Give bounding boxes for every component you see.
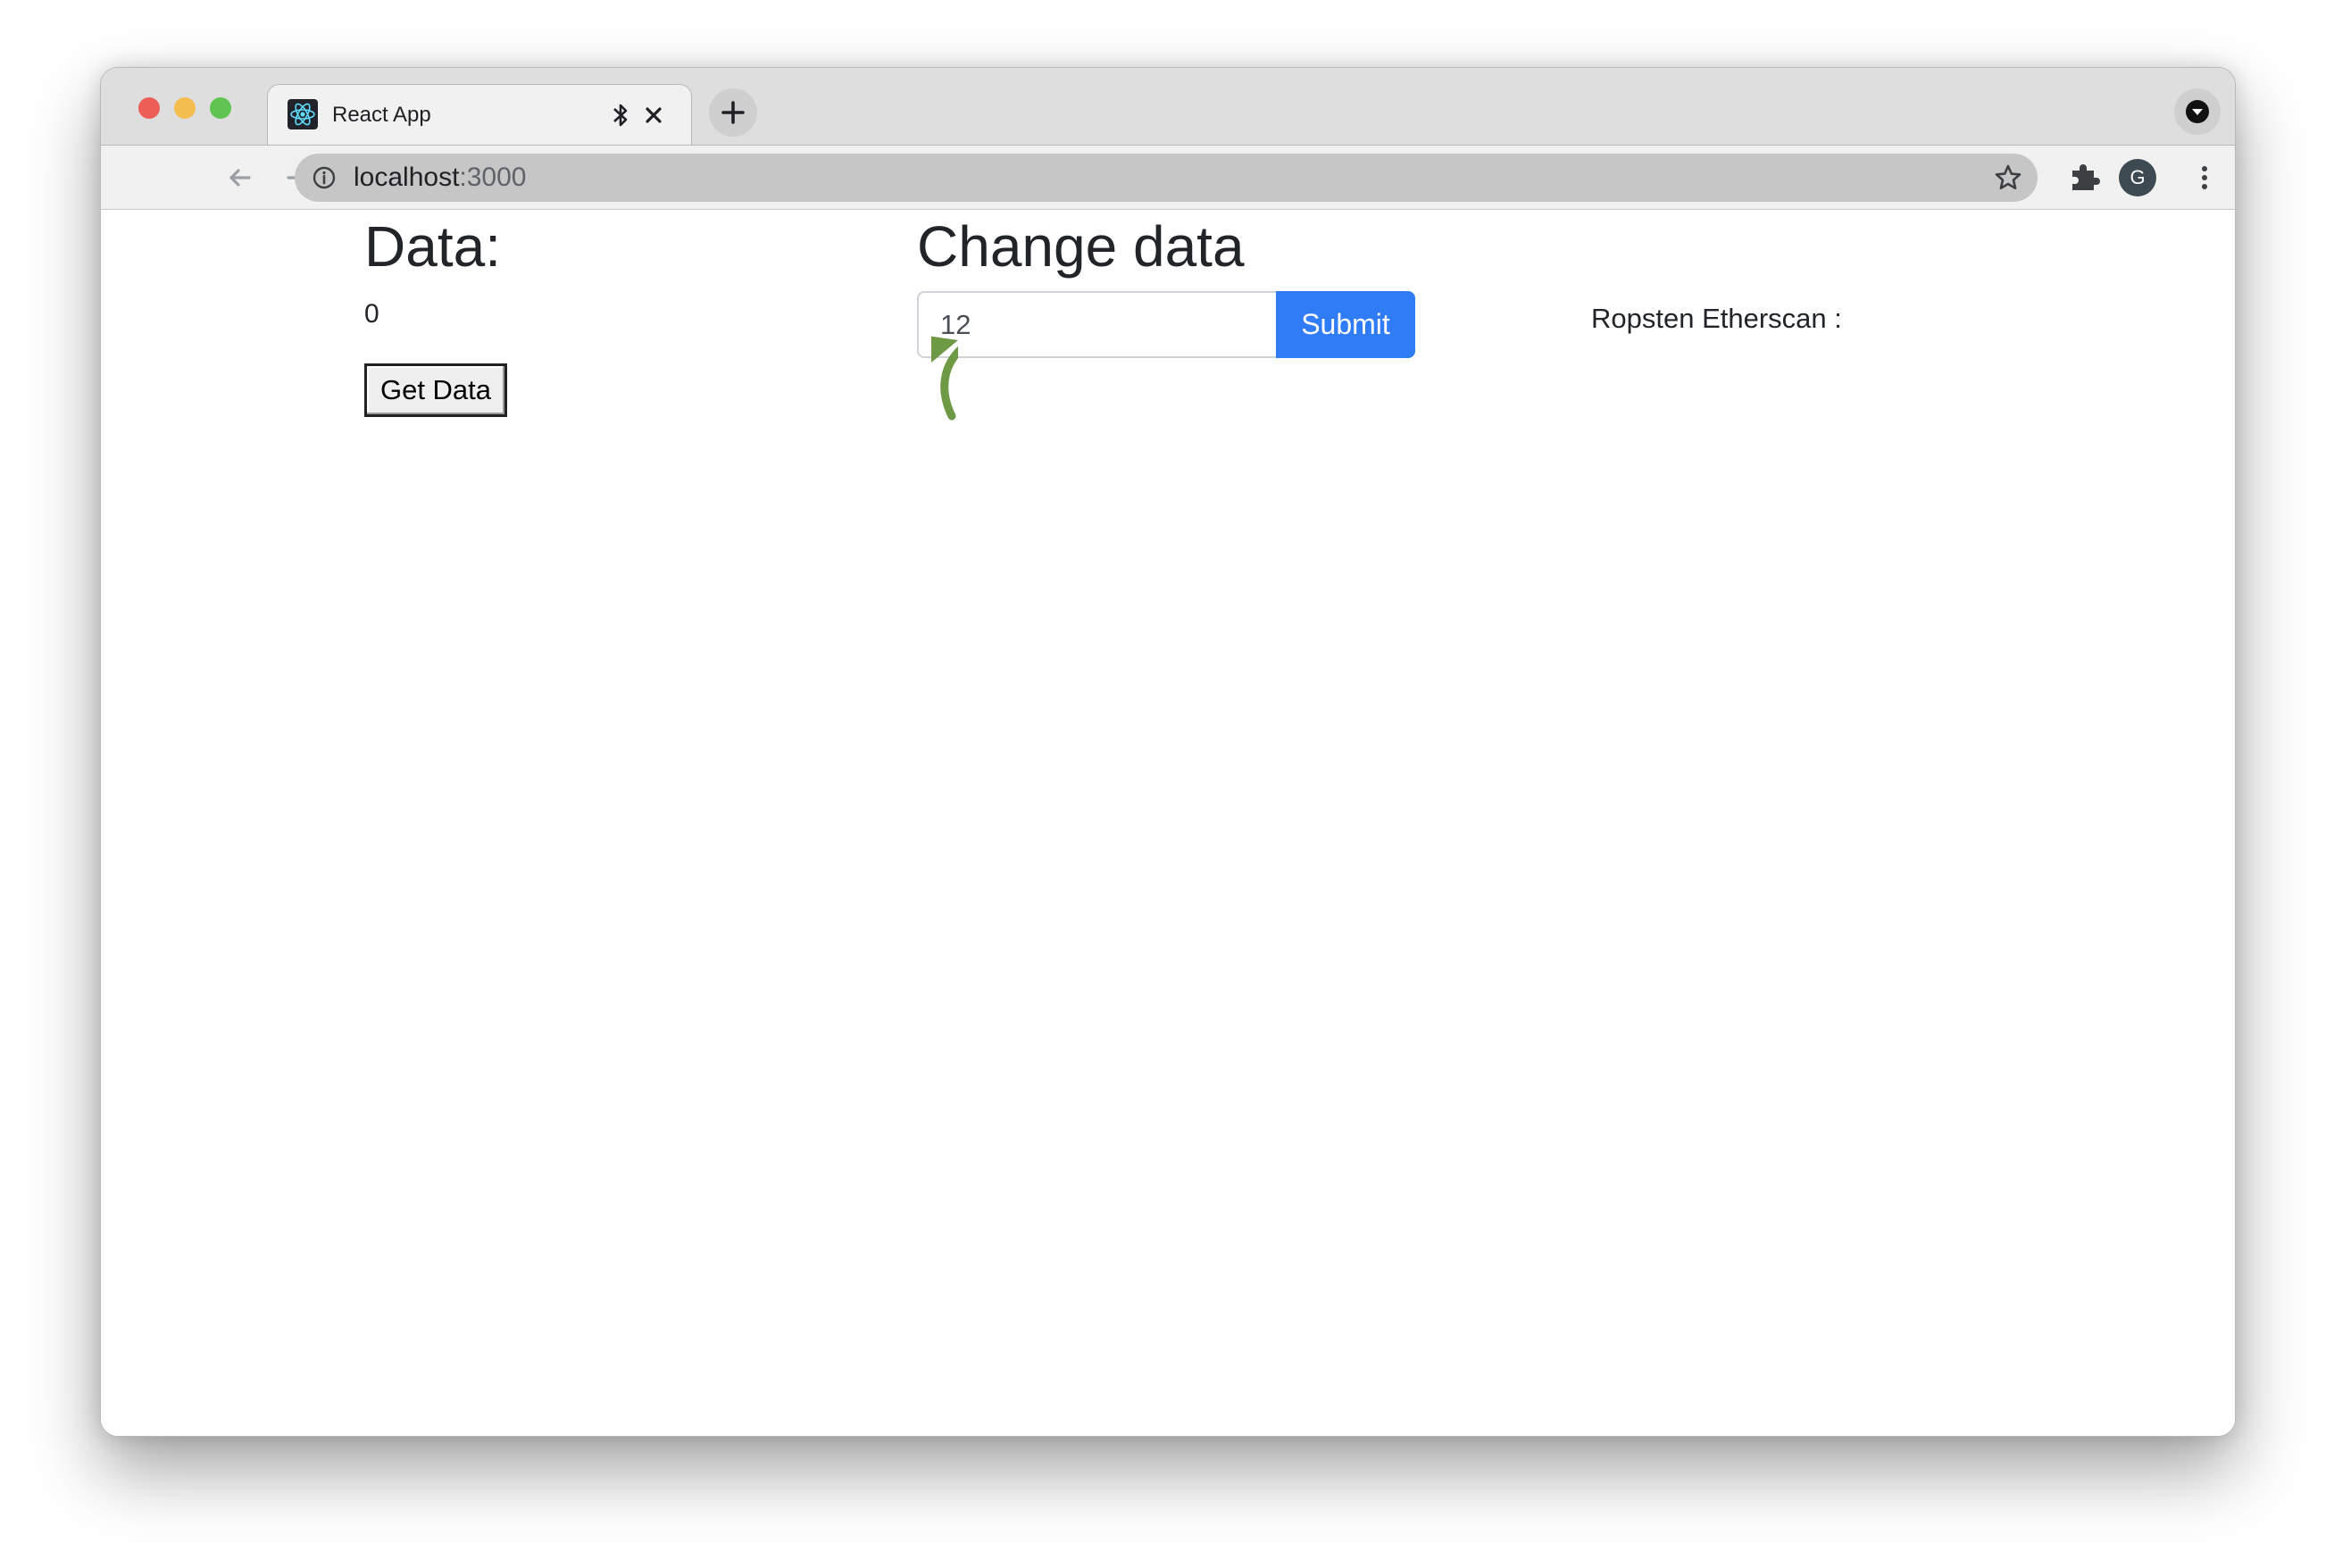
back-arrow-icon[interactable] xyxy=(222,160,258,196)
arrow-head-icon xyxy=(931,336,958,363)
profile-avatar[interactable]: G xyxy=(2119,159,2156,196)
tab-search-button[interactable] xyxy=(2174,88,2221,135)
minimize-window-button[interactable] xyxy=(174,97,196,119)
chevron-down-circle-icon xyxy=(2186,100,2209,123)
change-data-heading: Change data xyxy=(917,214,1245,279)
etherscan-label: Ropsten Etherscan : xyxy=(1591,303,1842,334)
plus-icon xyxy=(721,101,745,124)
tab-strip: React App xyxy=(101,68,2235,145)
page-content: Data: 0 Get Data Change data Submit Rops… xyxy=(101,210,2235,1436)
maximize-window-button[interactable] xyxy=(210,97,231,119)
get-data-button[interactable]: Get Data xyxy=(364,363,507,417)
star-icon[interactable] xyxy=(1993,163,2023,193)
url-port: :3000 xyxy=(459,163,527,192)
react-logo-icon xyxy=(288,99,318,129)
puzzle-icon[interactable] xyxy=(2065,158,2103,196)
address-bar[interactable]: localhost:3000 xyxy=(295,154,2038,202)
close-window-button[interactable] xyxy=(138,97,160,119)
tab-title: React App xyxy=(332,103,431,127)
data-heading: Data: xyxy=(364,214,501,279)
browser-tab[interactable]: React App xyxy=(267,84,692,145)
bluetooth-icon xyxy=(613,104,628,127)
browser-toolbar: localhost:3000 G xyxy=(101,145,2235,210)
close-icon[interactable] xyxy=(641,103,666,128)
url-text: localhost:3000 xyxy=(354,163,526,193)
data-value: 0 xyxy=(364,299,379,329)
kebab-menu-icon[interactable] xyxy=(2187,160,2222,196)
submit-button[interactable]: Submit xyxy=(1276,291,1415,358)
browser-window: React App localhost:3000 G Data: 0 Get D… xyxy=(100,67,2236,1437)
new-tab-button[interactable] xyxy=(709,88,757,137)
url-host: localhost xyxy=(354,163,460,192)
info-icon[interactable] xyxy=(313,166,336,189)
